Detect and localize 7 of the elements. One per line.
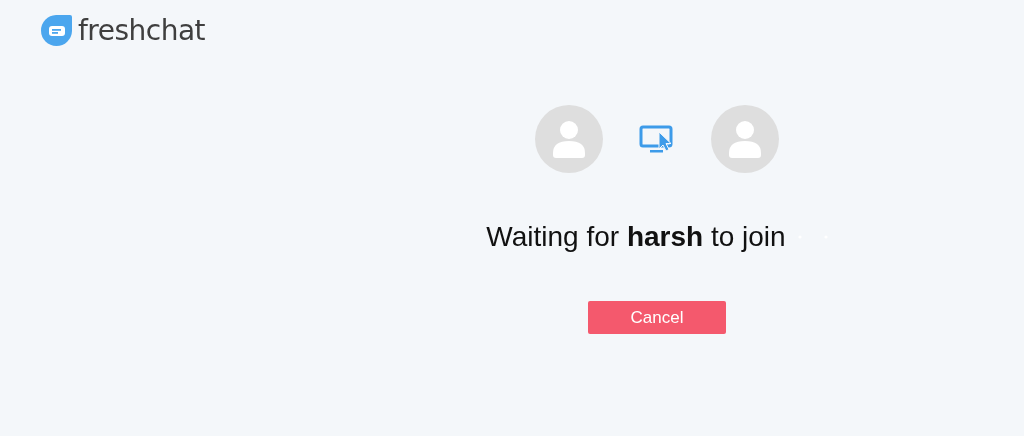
logo-icon <box>39 12 74 48</box>
screen-share-icon <box>639 124 675 154</box>
brand-name: freshchat <box>78 13 206 47</box>
avatar-icon <box>535 105 603 173</box>
waiting-message: Waiting for harsh to join <box>486 221 786 253</box>
cancel-button[interactable]: Cancel <box>588 301 726 334</box>
avatar-icon <box>711 105 779 173</box>
